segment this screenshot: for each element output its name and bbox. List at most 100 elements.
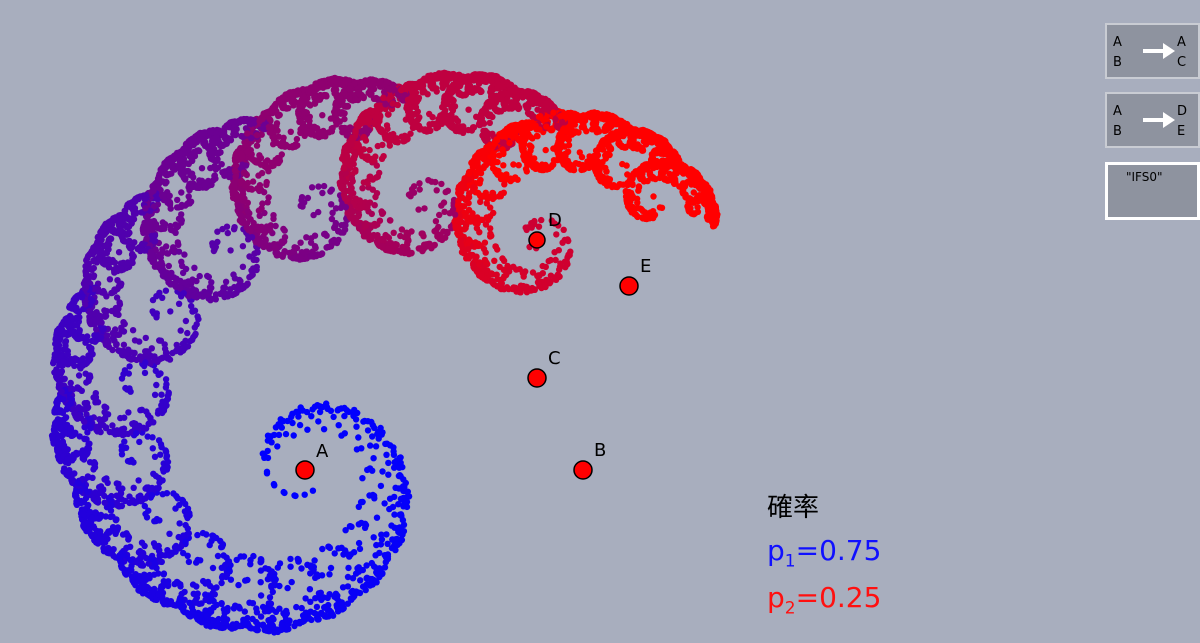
fractal-point — [178, 189, 185, 196]
fractal-point — [136, 438, 143, 446]
fractal-point — [412, 103, 419, 111]
fractal-point — [624, 171, 631, 178]
fractal-point — [256, 212, 263, 219]
fractal-point — [149, 445, 156, 452]
fractal-point — [165, 262, 172, 270]
fractal-point — [273, 127, 281, 134]
fractal-point — [319, 545, 326, 553]
fractal-point — [129, 327, 137, 334]
fractal-point — [127, 543, 134, 550]
fractal-point — [293, 135, 301, 143]
fractal-point — [367, 442, 374, 449]
fractal-point — [113, 294, 121, 301]
fractal-point — [376, 549, 383, 557]
fractal-point — [391, 493, 398, 501]
fractal-point — [319, 189, 326, 197]
fractal-point — [370, 534, 377, 541]
fractal-point — [555, 247, 562, 254]
fractal-point — [355, 503, 362, 510]
fractal-point — [395, 485, 403, 492]
fractal-point — [289, 419, 296, 427]
fractal-point — [383, 531, 390, 538]
fractal-point — [78, 387, 86, 394]
fractal-point — [486, 119, 493, 127]
fractal-point — [181, 588, 188, 596]
fractal-point — [433, 187, 440, 194]
fractal-point — [117, 414, 124, 422]
fractal-point — [120, 341, 128, 348]
fractal-point — [318, 250, 326, 258]
fractal-point — [477, 198, 484, 206]
fractal-point — [103, 293, 110, 300]
fractal-point — [603, 168, 610, 175]
fractal-point — [545, 257, 552, 265]
fractal-point — [190, 174, 197, 181]
fractal-point — [408, 250, 415, 257]
fractal-point — [308, 413, 315, 420]
fractal-point — [125, 536, 132, 543]
fractal-point — [386, 217, 394, 224]
fractal-point — [359, 185, 366, 192]
fractal-point — [372, 443, 380, 450]
fractal-point — [438, 180, 445, 188]
fractal-point — [301, 491, 308, 498]
fractal-point — [364, 427, 372, 434]
fractal-point — [89, 474, 96, 481]
fractal-point — [90, 466, 97, 473]
fractal-point — [83, 379, 90, 386]
ifs-fractal-spiral — [48, 69, 721, 636]
fractal-point — [123, 530, 130, 537]
fractal-point — [487, 204, 494, 211]
fractal-point — [381, 500, 388, 507]
fractal-point — [376, 169, 383, 177]
fractal-point — [379, 468, 386, 475]
fractal-point — [167, 308, 174, 315]
fractal-point — [287, 555, 294, 563]
fractal-point — [476, 178, 483, 185]
fractal-point — [131, 337, 139, 344]
fractal-point — [287, 563, 294, 570]
fractal-point — [194, 313, 201, 320]
fractal-point — [487, 225, 494, 232]
fractal-point — [392, 241, 399, 248]
fractal-point — [488, 270, 495, 277]
fractal-point — [565, 136, 572, 143]
fractal-point — [369, 433, 376, 440]
fractal-point — [500, 162, 507, 169]
fractal-point — [293, 603, 300, 611]
fractal-point — [177, 583, 184, 590]
fractal-point — [454, 117, 461, 125]
fractal-point — [227, 247, 234, 254]
fractal-point — [244, 199, 251, 206]
fractal-point — [353, 423, 360, 430]
fractal-point — [650, 193, 657, 200]
fractal-point — [75, 372, 83, 379]
fractal-point — [366, 146, 373, 154]
fractal-point — [239, 263, 247, 270]
fractal-point — [345, 564, 352, 572]
fractal-point — [218, 579, 225, 587]
fractal-point — [344, 583, 352, 590]
fractal-point — [553, 231, 560, 238]
fractal-point — [436, 211, 443, 219]
fractal-point — [98, 319, 105, 326]
fractal-point — [181, 251, 188, 258]
fractal-point — [320, 182, 328, 190]
fractal-point — [379, 141, 386, 149]
fractal-point — [287, 128, 294, 135]
fractal-point — [258, 169, 266, 177]
fractal-point — [160, 570, 168, 577]
fractal-point — [177, 327, 184, 334]
fractal-point — [257, 592, 265, 599]
fractal-point — [153, 381, 160, 389]
fractal-point — [482, 249, 489, 256]
fractal-point — [244, 179, 252, 187]
fractal-point — [281, 227, 288, 234]
fractal-point — [500, 189, 507, 196]
fractal-point — [106, 276, 114, 283]
fractal-point — [440, 199, 448, 206]
fractal-point — [167, 205, 174, 212]
fractal-point — [371, 202, 378, 209]
fractal-point — [275, 431, 283, 439]
fractal-point — [130, 484, 137, 491]
